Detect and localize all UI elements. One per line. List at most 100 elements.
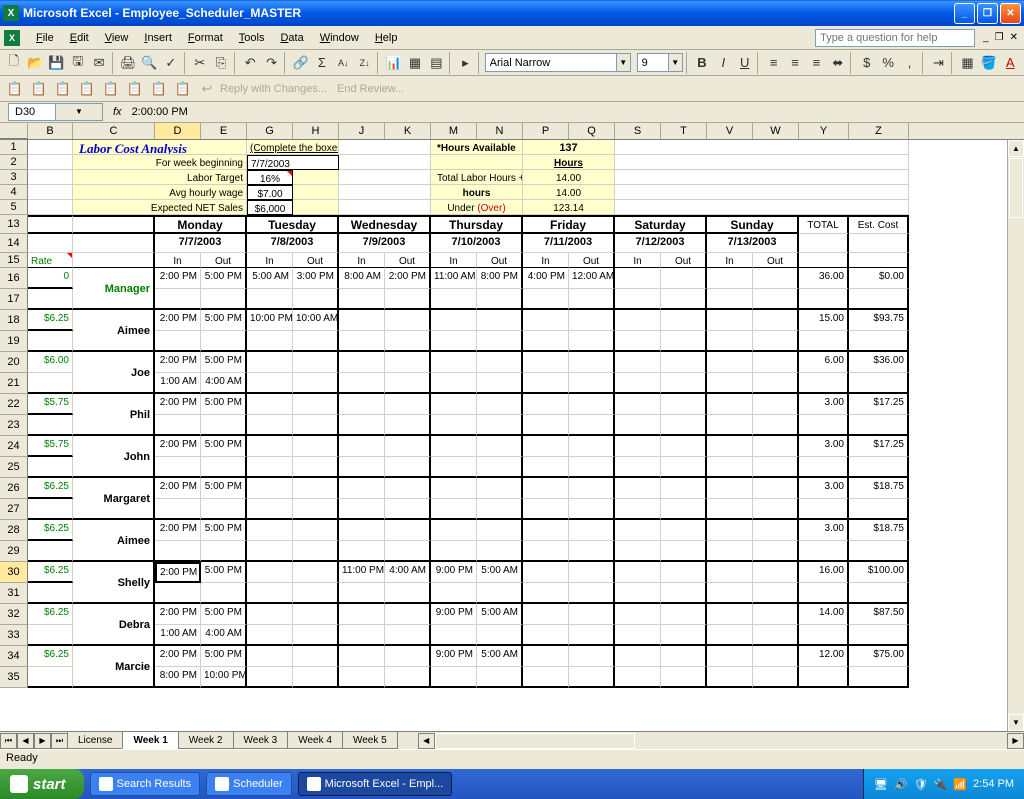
row-header-31[interactable]: 31 (0, 583, 28, 604)
sheet-tab-week-1[interactable]: Week 1 (122, 732, 178, 749)
hscroll-left-icon[interactable]: ◀ (418, 733, 435, 749)
col-header-G[interactable]: G (247, 123, 293, 139)
taskbar-item[interactable]: Scheduler (206, 772, 292, 796)
indent-icon[interactable]: ⇥ (929, 52, 948, 74)
underline-icon[interactable]: U (735, 52, 754, 74)
row-header-18[interactable]: 18 (0, 310, 28, 331)
hscroll-right-icon[interactable]: ▶ (1007, 733, 1024, 749)
font-dropdown[interactable]: ▼ (485, 53, 631, 72)
forms-icon[interactable]: ▤ (427, 52, 446, 74)
cut-icon[interactable]: ✂ (190, 52, 209, 74)
excel-doc-icon[interactable]: X (4, 30, 20, 46)
menu-data[interactable]: Data (272, 30, 311, 46)
comma-icon[interactable]: , (900, 52, 919, 74)
row-header-2[interactable]: 2 (0, 155, 28, 170)
tab-last-icon[interactable]: ⏭ (51, 733, 68, 749)
align-right-icon[interactable]: ≡ (807, 52, 826, 74)
row-header-35[interactable]: 35 (0, 667, 28, 688)
undo-icon[interactable]: ↶ (241, 52, 260, 74)
row-header-26[interactable]: 26 (0, 478, 28, 499)
day-header-thursday[interactable]: Thursday (431, 215, 523, 234)
taskbar-item[interactable]: Microsoft Excel - Empl... (298, 772, 453, 796)
align-left-icon[interactable]: ≡ (764, 52, 783, 74)
row-header-13[interactable]: 13 (0, 215, 28, 234)
sort-desc-icon[interactable]: Z↓ (355, 52, 374, 74)
employee-name[interactable]: Aimee (73, 310, 155, 352)
name-box[interactable]: D30▼ (8, 103, 103, 121)
start-button[interactable]: start (0, 769, 84, 799)
row-header-16[interactable]: 16 (0, 268, 28, 289)
spell-icon[interactable]: ✓ (161, 52, 180, 74)
system-tray[interactable]: 🖥 🔊 🛡 🔌 📶 2:54 PM (863, 769, 1024, 799)
rate-header[interactable]: Rate (28, 253, 73, 268)
tray-icon[interactable]: 🔊 (894, 778, 908, 791)
print-icon[interactable]: 🖨 (118, 52, 137, 74)
employee-name[interactable]: Manager (73, 268, 155, 310)
row-header-27[interactable]: 27 (0, 499, 28, 520)
row-header-1[interactable]: 1 (0, 140, 28, 155)
open-icon[interactable]: 📂 (25, 52, 44, 74)
employee-name[interactable]: Phil (73, 394, 155, 436)
row-header-15[interactable]: 15 (0, 253, 28, 268)
sheet-tab-license[interactable]: License (67, 732, 123, 749)
employee-name[interactable]: Debra (73, 604, 155, 646)
close-button[interactable]: ✕ (1000, 3, 1021, 24)
col-header-V[interactable]: V (707, 123, 753, 139)
row-header-21[interactable]: 21 (0, 373, 28, 394)
more-icon[interactable]: ▸ (456, 52, 475, 74)
new-icon[interactable]: 🗋 (4, 52, 23, 74)
menu-view[interactable]: View (97, 30, 137, 46)
day-header-monday[interactable]: Monday (155, 215, 247, 234)
row-header-32[interactable]: 32 (0, 604, 28, 625)
rev4-icon[interactable]: 📋 (76, 78, 98, 100)
sort-asc-icon[interactable]: A↓ (334, 52, 353, 74)
font-color-icon[interactable]: A (1001, 52, 1020, 74)
day-header-sunday[interactable]: Sunday (707, 215, 799, 234)
save-icon[interactable]: 💾 (47, 52, 66, 74)
rev5-icon[interactable]: 📋 (100, 78, 122, 100)
rev2-icon[interactable]: 📋 (28, 78, 50, 100)
currency-icon[interactable]: $ (857, 52, 876, 74)
pivot-icon[interactable]: ▦ (405, 52, 424, 74)
employee-name[interactable]: Joe (73, 352, 155, 394)
day-header-wednesday[interactable]: Wednesday (339, 215, 431, 234)
col-header-S[interactable]: S (615, 123, 661, 139)
col-header-P[interactable]: P (523, 123, 569, 139)
horizontal-scrollbar[interactable]: ◀ ▶ (418, 733, 1024, 749)
row-header-22[interactable]: 22 (0, 394, 28, 415)
col-header-T[interactable]: T (661, 123, 707, 139)
italic-icon[interactable]: I (714, 52, 733, 74)
day-header-saturday[interactable]: Saturday (615, 215, 707, 234)
row-header-14[interactable]: 14 (0, 234, 28, 253)
employee-name[interactable]: Shelly (73, 562, 155, 604)
redo-icon[interactable]: ↷ (262, 52, 281, 74)
menu-tools[interactable]: Tools (231, 30, 273, 46)
col-header-W[interactable]: W (753, 123, 799, 139)
employee-name[interactable]: John (73, 436, 155, 478)
col-header-Y[interactable]: Y (799, 123, 849, 139)
col-header-E[interactable]: E (201, 123, 247, 139)
row-header-28[interactable]: 28 (0, 520, 28, 541)
row-header-34[interactable]: 34 (0, 646, 28, 667)
labor-title[interactable]: Labor Cost Analysis (73, 140, 247, 155)
col-header-M[interactable]: M (431, 123, 477, 139)
row-header-17[interactable]: 17 (0, 289, 28, 310)
vertical-scrollbar[interactable]: ▲ ▼ (1007, 140, 1024, 731)
row-header-29[interactable]: 29 (0, 541, 28, 562)
bold-icon[interactable]: B (692, 52, 711, 74)
hours-available-label[interactable]: *Hours Available (431, 140, 523, 155)
row-header-3[interactable]: 3 (0, 170, 28, 185)
mail-icon[interactable]: ✉ (89, 52, 108, 74)
menu-help[interactable]: Help (367, 30, 406, 46)
col-header-C[interactable]: C (73, 123, 155, 139)
menu-edit[interactable]: Edit (62, 30, 97, 46)
scroll-down-icon[interactable]: ▼ (1008, 714, 1024, 731)
col-header-H[interactable]: H (293, 123, 339, 139)
col-header-K[interactable]: K (385, 123, 431, 139)
copy-icon[interactable]: ⎘ (212, 52, 231, 74)
maximize-button[interactable]: ❐ (977, 3, 998, 24)
tray-icon[interactable]: 📶 (953, 778, 967, 791)
tab-prev-icon[interactable]: ◀ (17, 733, 34, 749)
preview-icon[interactable]: 🔍 (140, 52, 159, 74)
formula-value[interactable]: 2:00:00 PM (132, 106, 188, 118)
